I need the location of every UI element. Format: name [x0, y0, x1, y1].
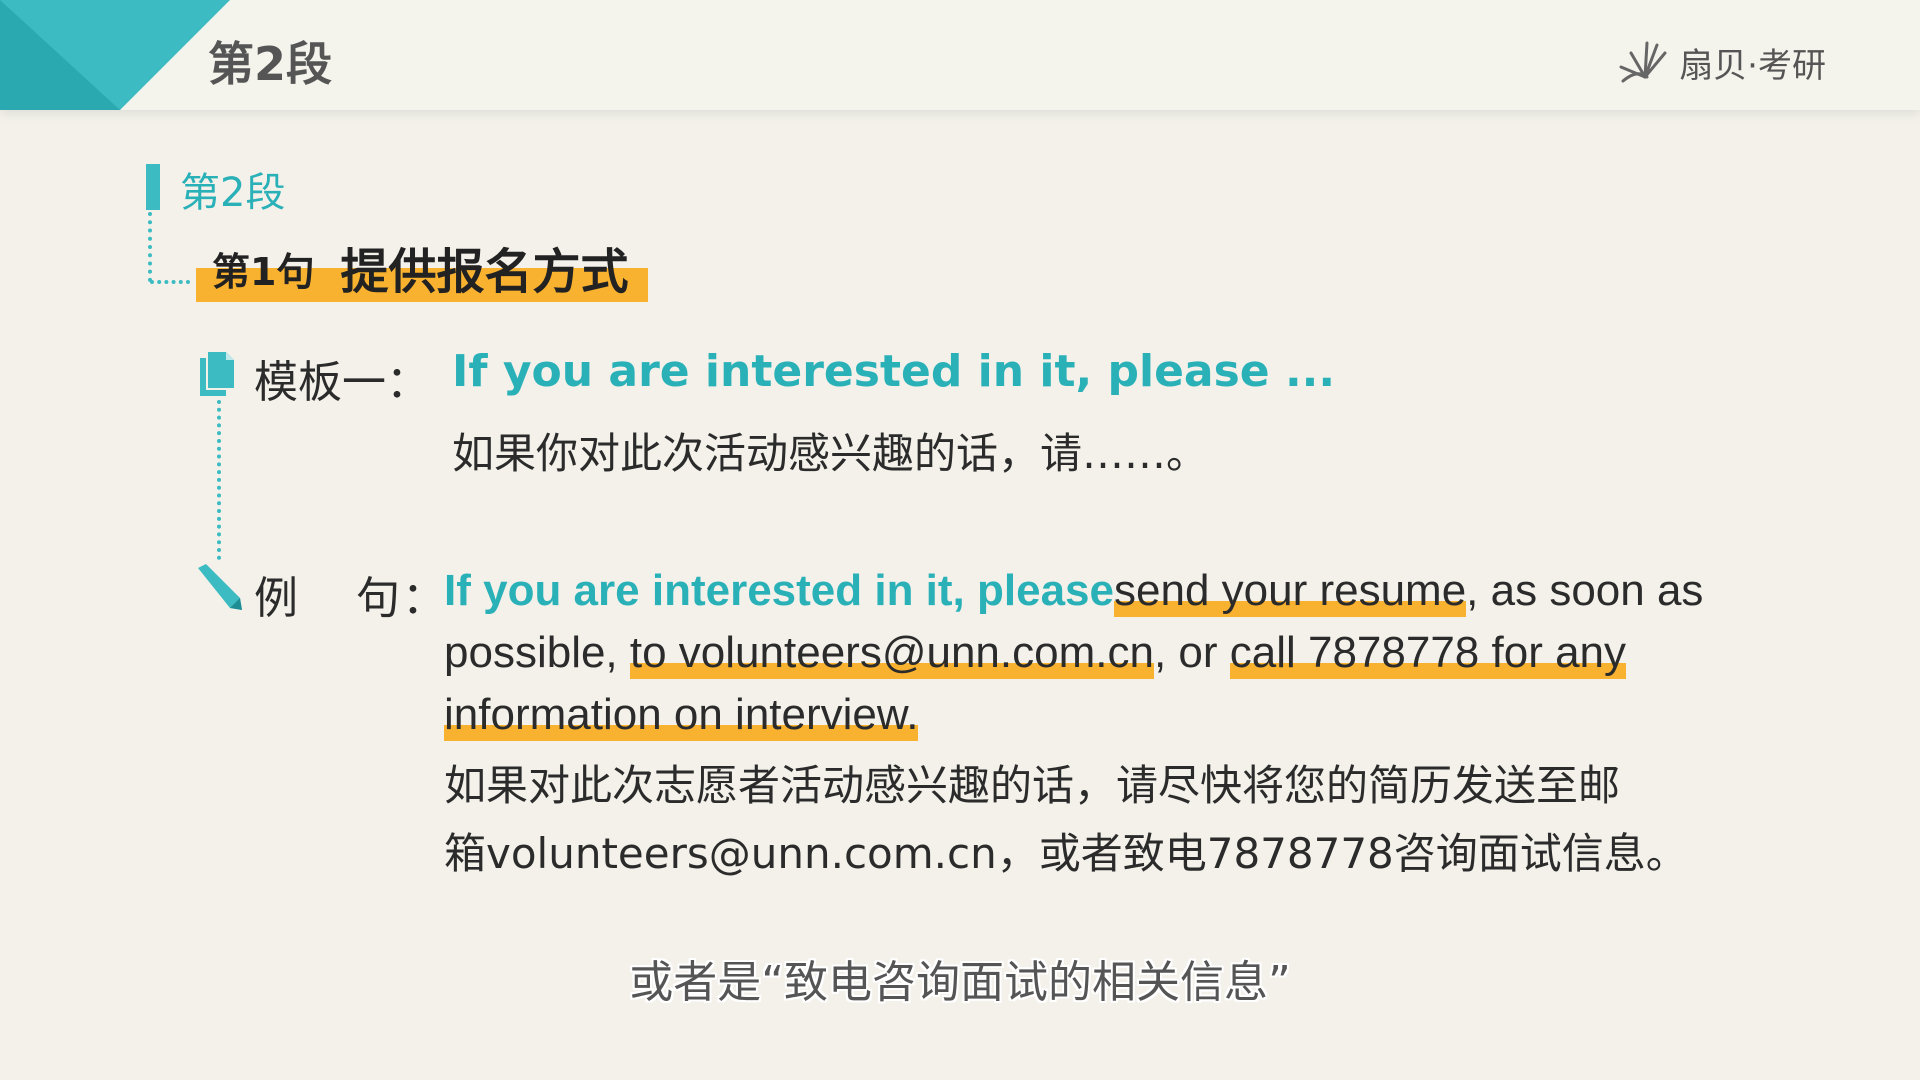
teal-corner-decoration — [0, 0, 230, 110]
tree-connector — [148, 212, 152, 282]
tree-connector — [217, 400, 221, 560]
template-english: If you are interested in it, please ... — [452, 346, 1336, 397]
example-chinese: 如果对此次志愿者活动感兴趣的话，请尽快将您的简历发送至邮 箱volunteers… — [444, 752, 1754, 888]
pen-icon — [198, 564, 242, 610]
example-highlight-email: to volunteers@unn.com.cn — [629, 628, 1154, 679]
example-highlight-resume: send your resume — [1114, 566, 1467, 617]
sentence-heading: 第1句 提供报名方式 — [196, 236, 649, 302]
example-english: If you are interested in it, pleasesend … — [444, 560, 1744, 746]
example-text: , or — [1153, 628, 1230, 677]
example-chinese-line: 箱volunteers@unn.com.cn，或者致电7878778咨询面试信息… — [444, 829, 1688, 878]
section-marker — [146, 164, 160, 210]
sentence-number: 第1句 — [212, 250, 315, 294]
template-chinese: 如果你对此次活动感兴趣的话，请……。 — [452, 429, 1209, 478]
brand-name: 扇贝·考研 — [1679, 46, 1826, 86]
shanbay-logo-icon — [1619, 41, 1667, 82]
example-label-a: 例 — [254, 573, 300, 624]
header-title: 第2段 — [208, 37, 333, 91]
header-bar: 第2段 扇贝·考研 — [0, 0, 1920, 110]
template-label: 模板一： — [254, 357, 430, 408]
example-label: 例 句： — [254, 562, 448, 626]
tree-connector — [150, 280, 190, 284]
section-label: 第2段 — [180, 170, 286, 216]
example-template-part: If you are interested in it, please — [444, 566, 1114, 615]
example-label-b: 句： — [356, 573, 448, 624]
example-chinese-line: 如果对此次志愿者活动感兴趣的话，请尽快将您的简历发送至邮 — [444, 761, 1621, 810]
subtitle-caption: 或者是“致电咨询面试的相关信息” — [629, 957, 1291, 1008]
sentence-title: 提供报名方式 — [340, 244, 629, 300]
document-icon — [200, 352, 234, 396]
brand: 扇贝·考研 — [1617, 38, 1826, 87]
